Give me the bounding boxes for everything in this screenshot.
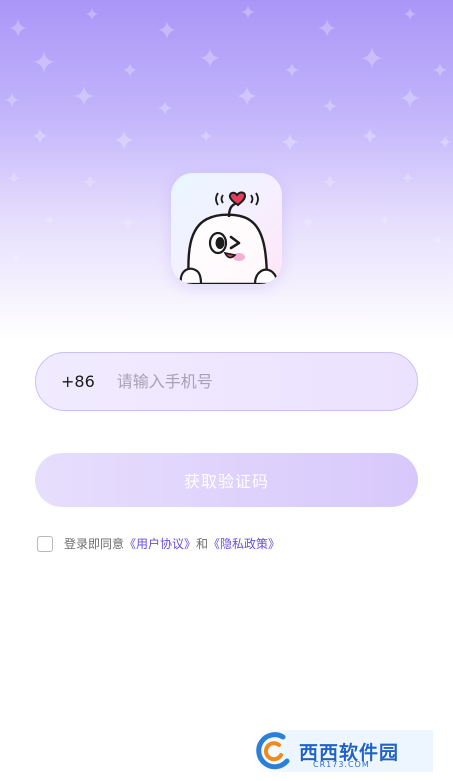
sparkle-pattern [4,5,452,263]
site-watermark: 西西软件园 CR173.COM [253,730,433,772]
agreement-checkbox[interactable] [37,535,53,552]
mascot-icon [179,191,279,284]
phone-input-row[interactable]: +86 [35,352,418,411]
watermark-subtext: CR173.COM [313,760,370,769]
get-verification-code-button[interactable]: 获取验证码 [35,453,418,507]
agreement-row: 登录即同意 《用户协议》 和 《隐私政策》 [37,535,280,552]
phone-number-input[interactable] [116,366,367,397]
app-logo [171,173,282,284]
country-code-selector[interactable]: +86 [61,372,95,391]
agreement-prefix-text: 登录即同意 [64,537,125,551]
watermark-logo-icon [256,732,290,770]
privacy-policy-link[interactable]: 《隐私政策》 [208,535,280,552]
user-agreement-link[interactable]: 《用户协议》 [124,535,196,552]
agreement-conjunction-text: 和 [196,537,209,551]
